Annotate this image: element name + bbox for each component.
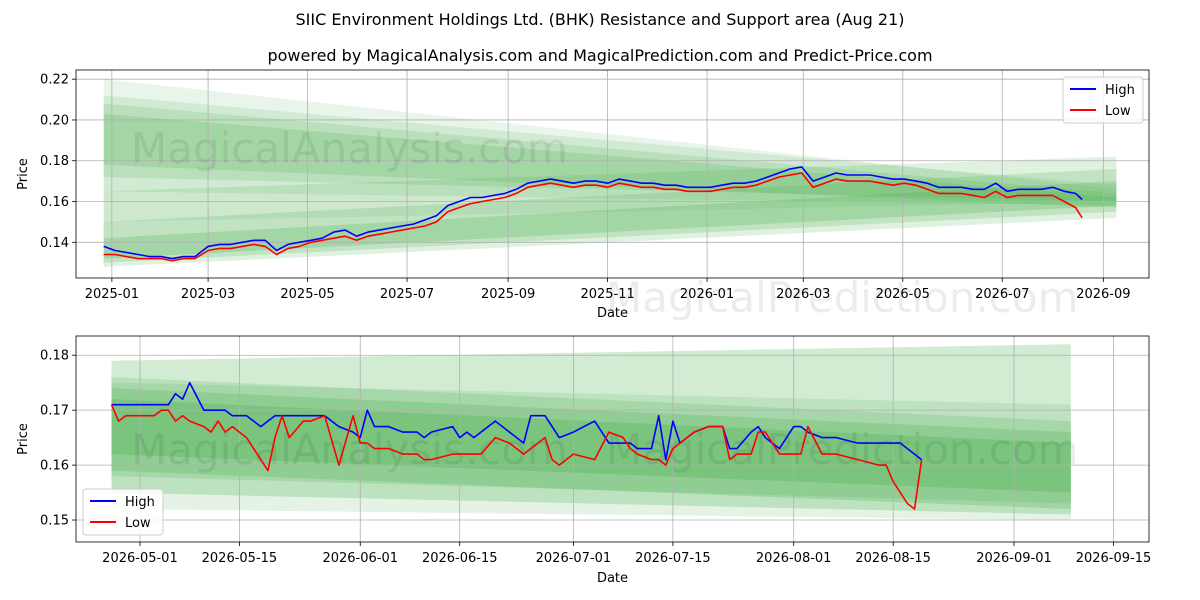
x-tick-label: 2026-08-01 [756, 551, 832, 566]
y-tick-label: 0.22 [40, 73, 69, 88]
legend-label-high: High [1105, 83, 1135, 98]
x-tick-label: 2026-09 [1076, 287, 1130, 302]
chart-panel-1: 2025-01 2025-03 2025-05 2025-07 2025-09 2025-… [16, 69, 1150, 322]
x-tick-label: 2026-07-15 [635, 551, 711, 566]
y-tick-label: 0.15 [40, 514, 69, 529]
y-axis-label: Price [16, 158, 31, 190]
y-tick-label: 0.14 [40, 236, 69, 251]
y-axis-label: Price [16, 423, 31, 455]
x-tick-label: 2025-09 [481, 287, 535, 302]
legend: High Low [82, 488, 164, 536]
x-tick-label: 2025-05 [280, 287, 334, 302]
watermark-text: MagicalAnalysis.com [131, 124, 568, 173]
x-tick-label: 2026-09-01 [976, 551, 1052, 566]
x-tick-label: 2026-06-01 [322, 551, 398, 566]
legend-label-high: High [125, 495, 155, 510]
y-tick-label: 0.16 [40, 195, 69, 210]
y-tick-label: 0.18 [40, 349, 69, 364]
chart-panel-2: 2026-05-01 2026-05-15 2026-06-01 2026-06-15… [16, 335, 1152, 586]
y-tick-label: 0.18 [40, 154, 69, 169]
x-tick-label: 2025-01 [85, 287, 139, 302]
legend-label-low: Low [125, 516, 151, 531]
x-tick-label: 2026-07-01 [536, 551, 612, 566]
x-tick-label: 2026-05-01 [102, 551, 178, 566]
x-axis-label: Date [597, 306, 628, 321]
watermark-text: MagicalAnalysis.com [131, 425, 568, 474]
y-tick-label: 0.16 [40, 459, 69, 474]
y-tick-label: 0.20 [40, 113, 69, 128]
x-tick-label: 2026-08-15 [855, 551, 931, 566]
watermark-text: MagicalPrediction.com [606, 273, 1079, 322]
price-charts: 2025-01 2025-03 2025-05 2025-07 2025-09 2025-… [16, 69, 1152, 586]
x-tick-label: 2025-03 [181, 287, 235, 302]
x-tick-label: 2026-06-15 [422, 551, 498, 566]
y-tick-label: 0.17 [40, 404, 69, 419]
x-tick-label: 2026-09-15 [1076, 551, 1152, 566]
x-tick-label: 2026-05-15 [202, 551, 278, 566]
x-axis-label: Date [597, 571, 628, 586]
legend-label-low: Low [1105, 104, 1131, 119]
legend: High Low [1062, 76, 1144, 124]
x-tick-label: 2025-07 [380, 287, 434, 302]
